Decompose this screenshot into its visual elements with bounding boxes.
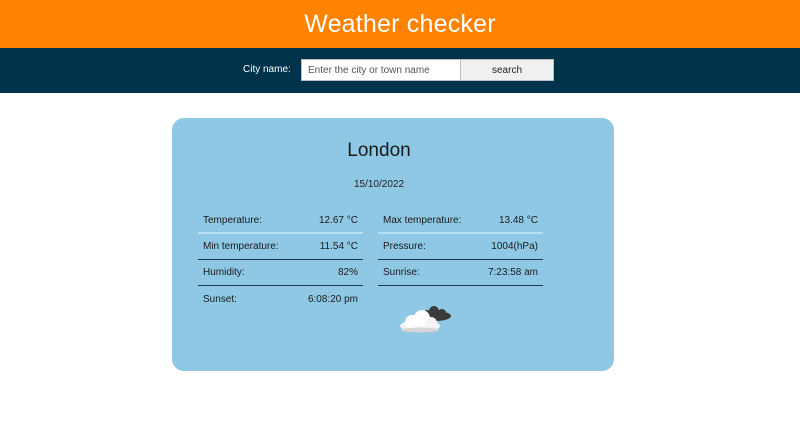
detail-row-sunrise: Sunrise: 7:23:58 am [378, 260, 543, 286]
detail-row-temperature: Temperature: 12.67 °C [198, 208, 363, 234]
search-bar: City name: search [0, 48, 800, 93]
app-title: Weather checker [304, 9, 496, 38]
weather-date: 15/10/2022 [353, 179, 405, 190]
detail-label: Pressure: [383, 241, 426, 252]
detail-row-humidity: Humidity: 82% [198, 260, 363, 286]
detail-value: 13.48 °C [498, 214, 538, 226]
detail-value: 11.54 °C [319, 241, 358, 252]
detail-row-min-temperature: Min temperature: 11.54 °C [198, 234, 363, 260]
detail-row-max-temperature: Max temperature: 13.48 °C [378, 208, 543, 234]
detail-value: 12.67 °C [318, 214, 358, 226]
city-name-label: City name: [243, 64, 291, 75]
search-button[interactable]: search [460, 59, 554, 81]
detail-label: Temperature: [203, 214, 262, 226]
detail-value: 82% [337, 267, 358, 278]
detail-label: Humidity: [203, 267, 245, 278]
detail-value: 7:23:58 am [487, 267, 538, 278]
detail-row-sunset: Sunset: 6:08:20 pm [198, 286, 363, 312]
detail-label: Min temperature: [203, 241, 279, 252]
detail-value: 6:08:20 pm [307, 293, 358, 305]
weather-details-right: Max temperature: 13.48 °C Pressure: 1004… [378, 208, 543, 286]
weather-card: London 15/10/2022 Temperature: 12.67 °C … [172, 118, 614, 371]
detail-label: Sunset: [203, 293, 237, 305]
city-search-input[interactable] [301, 59, 461, 81]
app-header: Weather checker [0, 0, 800, 48]
weather-details-left: Temperature: 12.67 °C Min temperature: 1… [198, 208, 363, 312]
detail-value: 1004(hPa) [491, 241, 538, 252]
detail-label: Max temperature: [383, 214, 462, 226]
city-name: London [347, 140, 411, 161]
cloudy-icon [400, 306, 451, 333]
detail-row-pressure: Pressure: 1004(hPa) [378, 234, 543, 260]
detail-label: Sunrise: [383, 267, 420, 278]
